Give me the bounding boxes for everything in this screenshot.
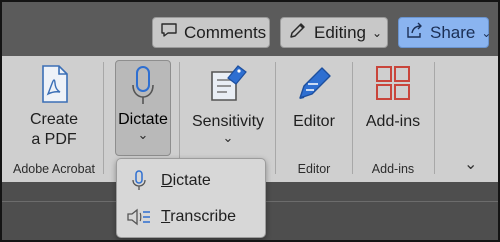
editing-mode-button[interactable]: Editing ⌄ [280,17,388,48]
group-separator [275,62,276,174]
editor-button[interactable]: Editor [284,64,344,132]
group-separator [434,62,435,174]
mnemonic-d: D [161,172,173,189]
title-bar: Comments Editing ⌄ Share ⌄ [2,2,498,56]
app-window: Comments Editing ⌄ Share ⌄ Create a PDF … [0,0,500,242]
menu-item-dictate-label: Dictate [161,172,211,190]
transcribe-icon [117,208,161,226]
comment-icon [160,21,178,44]
chevron-down-icon: ⌄ [222,130,234,145]
menu-item-transcribe[interactable]: Transcribe [117,201,265,233]
addins-button[interactable]: Add-ins [362,64,424,132]
microphone-icon [130,65,156,109]
group-separator [352,62,353,174]
dictate-rest: ictate [172,172,211,189]
comments-label: Comments [184,22,267,42]
group-separator [103,62,104,174]
microphone-icon [117,170,161,192]
chevron-down-icon: ⌄ [137,127,149,142]
create-pdf-button[interactable]: Create a PDF [22,64,86,150]
comments-button[interactable]: Comments [152,17,270,48]
group-label-editor: Editor [297,162,331,176]
mnemonic-t: T [161,208,171,225]
menu-item-transcribe-label: Transcribe [161,208,236,226]
transcribe-rest: ranscribe [170,208,236,225]
ribbon-collapse-chevron-icon[interactable]: ⌄ [464,154,477,174]
group-label-adobe-acrobat: Adobe Acrobat [12,162,95,176]
share-label: Share [430,22,476,42]
dictate-button[interactable]: Dictate ⌄ [115,60,171,156]
group-label-addins: Add-ins [371,162,415,176]
editor-pen-icon [294,64,334,108]
share-icon [406,21,424,44]
chevron-down-icon: ⌄ [481,25,492,40]
create-pdf-label-2: a PDF [31,131,77,148]
create-pdf-label-1: Create [29,111,79,128]
share-button[interactable]: Share ⌄ [398,17,492,48]
editor-label: Editor [293,113,335,130]
addins-grid-icon [374,64,412,108]
sensitivity-button[interactable]: Sensitivity ⌄ [190,64,266,144]
dictate-dropdown-menu: Dictate Transcribe [116,158,266,238]
addins-label: Add-ins [365,113,421,130]
sensitivity-label-icon [208,64,248,108]
menu-item-dictate[interactable]: Dictate [117,165,265,197]
chevron-down-icon: ⌄ [371,25,383,40]
editing-label: Editing [314,22,366,42]
pencil-icon [288,20,308,45]
sensitivity-label: Sensitivity [191,113,265,130]
pdf-document-icon [37,64,71,106]
